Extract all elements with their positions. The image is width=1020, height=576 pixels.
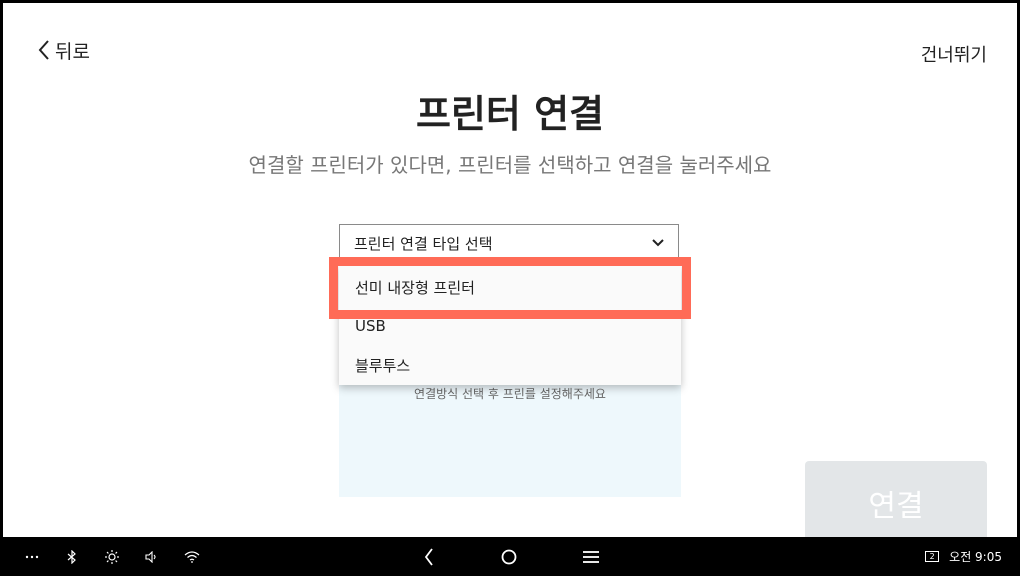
bluetooth-icon[interactable]: [62, 537, 82, 576]
connect-button[interactable]: 연결: [805, 461, 987, 537]
panel-hint-text: 연결방식 선택 후 프린를 설정해주세요: [414, 387, 606, 401]
chevron-left-icon: [38, 40, 49, 60]
more-icon[interactable]: [22, 537, 42, 576]
back-label: 뒤로: [55, 40, 90, 63]
printer-connection-screen: 뒤로 건너뛰기 프린터 연결 연결할 프린터가 있다면, 프린터를 선택하고 연…: [3, 3, 1017, 537]
volume-icon[interactable]: [142, 537, 162, 576]
page-subtitle: 연결할 프린터가 있다면, 프린터를 선택하고 연결을 눌러주세요: [248, 153, 772, 177]
brightness-icon[interactable]: [102, 537, 122, 576]
status-area: 2 오전 9:05: [925, 537, 1002, 576]
wifi-icon[interactable]: [182, 537, 202, 576]
option-usb[interactable]: USB: [339, 308, 681, 344]
skip-button[interactable]: 건너뛰기: [921, 41, 987, 67]
nav-menu-icon[interactable]: [580, 537, 602, 576]
notification-badge: 2: [925, 551, 940, 562]
page-title: 프린터 연결: [415, 92, 605, 136]
select-placeholder: 프린터 연결 타입 선택: [354, 234, 493, 253]
system-navigation-bar: 2 오전 9:05: [0, 537, 1020, 576]
option-bluetooth[interactable]: 블루투스: [339, 347, 681, 383]
option-builtin-printer[interactable]: 선미 내장형 프린터: [339, 269, 681, 305]
printer-type-dropdown: 선미 내장형 프린터 USB 블루투스: [339, 265, 681, 385]
chevron-down-icon: [652, 239, 664, 247]
connection-info-panel: 연결방식 선택 후 프린를 설정해주세요: [339, 373, 681, 497]
clock: 오전 9:05: [949, 550, 1002, 564]
back-button[interactable]: 뒤로: [37, 36, 90, 64]
printer-type-select[interactable]: 프린터 연결 타입 선택: [339, 224, 679, 262]
nav-back-icon[interactable]: [418, 537, 440, 576]
nav-home-icon[interactable]: [498, 537, 520, 576]
